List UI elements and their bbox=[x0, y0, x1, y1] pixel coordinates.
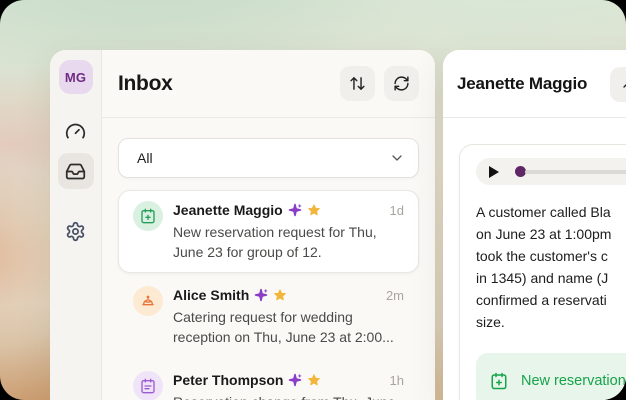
page-title: Inbox bbox=[118, 71, 173, 95]
star-icon bbox=[274, 289, 287, 301]
transcript-line: took the customer's c bbox=[476, 248, 608, 264]
refresh-icon bbox=[394, 76, 409, 91]
inbox-body: All Jeanette Maggio 1d New reservation r… bbox=[102, 118, 435, 400]
audio-player[interactable] bbox=[476, 158, 626, 185]
detail-body: A customer called Bla on June 23 at 1:00… bbox=[443, 118, 626, 400]
message-preview: Reservation change from Thu, June bbox=[173, 392, 404, 400]
cloche-icon bbox=[142, 295, 154, 306]
list-item-jeanette[interactable]: Jeanette Maggio 1d New reservation reque… bbox=[118, 190, 419, 273]
inbox-icon bbox=[65, 163, 86, 179]
message-content: Alice Smith 2m Catering request for wedd… bbox=[173, 286, 404, 347]
star-icon bbox=[308, 374, 321, 386]
message-type-avatar bbox=[133, 286, 163, 316]
detail-header: Jeanette Maggio bbox=[443, 50, 626, 118]
detail-window: Jeanette Maggio A customer called Bla on… bbox=[443, 50, 626, 400]
seek-track bbox=[525, 169, 626, 174]
message-preview: New reservation request for Thu, bbox=[173, 224, 377, 240]
message-type-avatar bbox=[133, 371, 163, 400]
message-preview: reception on Thu, June 23 at 2:00... bbox=[173, 329, 394, 345]
nav-rail: MG bbox=[50, 50, 102, 400]
transcript-line: on June 23 at 1:00pm bbox=[476, 226, 612, 242]
calendar-days-icon bbox=[141, 378, 155, 394]
inbox-window: MG Inbox All Jeanette Maggio 1d New rese… bbox=[50, 50, 435, 400]
conversation-title: Jeanette Maggio bbox=[457, 73, 588, 93]
transcript-line: size. bbox=[476, 314, 505, 330]
list-item-peter[interactable]: Peter Thompson 1h Reservation bbox=[118, 360, 419, 400]
transcript-line: A customer called Bla bbox=[476, 204, 611, 220]
inbox-header: Inbox bbox=[102, 50, 435, 118]
sender-name: Jeanette Maggio bbox=[173, 202, 283, 218]
filter-value: All bbox=[137, 150, 153, 166]
message-time: 1h bbox=[389, 372, 404, 388]
screenshot-stage: MG Inbox All Jeanette Maggio 1d New rese… bbox=[0, 0, 626, 400]
new-reservation-badge[interactable]: New reservation request bbox=[476, 353, 626, 400]
sparkles-icon bbox=[288, 203, 302, 217]
message-header: Alice Smith 2m bbox=[173, 286, 404, 304]
gear-icon bbox=[66, 221, 85, 241]
chevron-up-icon bbox=[622, 83, 626, 88]
desktop-background: MG Inbox All Jeanette Maggio 1d New rese… bbox=[0, 0, 626, 400]
sidebar-item-inbox[interactable] bbox=[57, 153, 94, 189]
list-item-alice[interactable]: Alice Smith 2m Catering request for wedd… bbox=[118, 275, 419, 358]
chevron-down-icon bbox=[392, 155, 402, 161]
message-preview: Catering request for wedding bbox=[173, 309, 353, 325]
star-icon bbox=[307, 204, 320, 216]
calendar-plus-icon bbox=[491, 372, 507, 390]
seek-bar[interactable] bbox=[515, 166, 626, 177]
sparkles-icon bbox=[289, 373, 302, 387]
message-content: Peter Thompson 1h Reservation bbox=[173, 371, 404, 400]
message-time: 1d bbox=[389, 202, 404, 218]
message-preview: June 23 for group of 12. bbox=[173, 244, 322, 260]
sidebar-item-dashboard[interactable] bbox=[58, 113, 94, 149]
filter-dropdown[interactable]: All bbox=[118, 138, 419, 178]
message-header: Peter Thompson 1h bbox=[173, 371, 404, 389]
sidebar-item-settings[interactable] bbox=[58, 213, 94, 249]
calendar-plus-icon bbox=[141, 208, 155, 224]
sparkles-icon bbox=[254, 288, 268, 302]
collapse-button[interactable] bbox=[610, 67, 626, 102]
arrow-up-down-icon bbox=[350, 77, 365, 90]
message-header: Jeanette Maggio 1d bbox=[173, 201, 404, 219]
transcript-line: confirmed a reservati bbox=[476, 292, 607, 308]
gauge-icon bbox=[65, 123, 86, 138]
message-list: Jeanette Maggio 1d New reservation reque… bbox=[118, 190, 419, 400]
message-type-avatar bbox=[133, 201, 163, 231]
badge-label: New reservation request bbox=[521, 373, 626, 389]
message-content: Jeanette Maggio 1d New reservation reque… bbox=[173, 201, 404, 262]
sender-name: Peter Thompson bbox=[173, 372, 284, 388]
play-icon[interactable] bbox=[489, 165, 499, 178]
refresh-button[interactable] bbox=[384, 66, 419, 101]
transcript-line: in 1345) and name (J bbox=[476, 270, 609, 286]
avatar[interactable]: MG bbox=[58, 60, 93, 94]
transcript: A customer called Bla on June 23 at 1:00… bbox=[476, 201, 626, 333]
sender-name: Alice Smith bbox=[173, 287, 250, 303]
transcript-card: A customer called Bla on June 23 at 1:00… bbox=[459, 144, 626, 400]
inbox-panel: Inbox All Jeanette Maggio 1d New reserva… bbox=[102, 50, 435, 400]
rail-nav bbox=[57, 113, 94, 249]
sort-button[interactable] bbox=[340, 66, 375, 101]
message-time: 2m bbox=[385, 287, 404, 303]
